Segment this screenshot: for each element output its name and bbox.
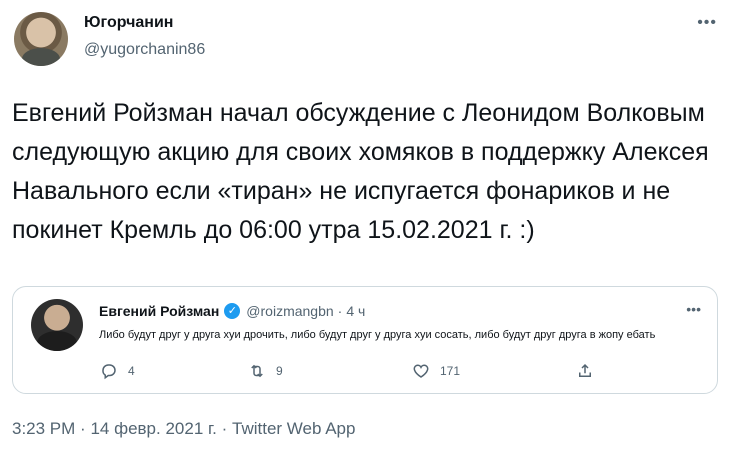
avatar-jacket [37, 331, 77, 351]
quoted-tweet-header: Евгений Ройзман ✓ @roizmangbn · 4 ч [99, 303, 365, 319]
reply-action[interactable]: 4 [100, 362, 135, 380]
heart-icon [412, 362, 430, 380]
more-icon[interactable]: ••• [697, 14, 717, 32]
author-handle[interactable]: @yugorchanin86 [84, 41, 205, 59]
tweet-time[interactable]: 3:23 PM [12, 419, 75, 438]
like-count: 171 [440, 364, 461, 378]
retweet-count: 9 [276, 364, 283, 378]
tweet-text: Евгений Ройзман начал обсуждение с Леони… [12, 99, 716, 244]
share-icon [576, 362, 594, 380]
quoted-author-name[interactable]: Евгений Ройзман [99, 303, 219, 319]
like-action[interactable]: 171 [412, 362, 460, 380]
reply-icon [100, 362, 118, 380]
share-action[interactable] [576, 362, 604, 380]
meta-separator: · [80, 419, 86, 438]
tweet-date[interactable]: 14 февр. 2021 г. [90, 419, 216, 438]
reply-count: 4 [128, 364, 135, 378]
verified-icon: ✓ [224, 303, 241, 319]
avatar-shirt [22, 48, 60, 66]
tweet: Югорчанин @yugorchanin86 ••• Евгений Рой… [0, 0, 733, 458]
quoted-author-handle[interactable]: @roizmangbn [246, 303, 333, 319]
author-avatar[interactable] [14, 12, 68, 66]
meta-separator: · [221, 419, 228, 438]
quoted-author-avatar[interactable] [31, 299, 83, 351]
retweet-icon [248, 362, 266, 380]
tweet-meta: 3:23 PM · 14 февр. 2021 г. · Twitter Web… [12, 419, 355, 439]
quoted-tweet-time[interactable]: 4 ч [346, 303, 365, 319]
quoted-tweet-text: Либо будут друг у друга хуи дрочить, либ… [99, 329, 656, 341]
retweet-action[interactable]: 9 [248, 362, 283, 380]
quoted-more-icon[interactable]: ••• [686, 301, 701, 317]
tweet-source[interactable]: Twitter Web App [232, 419, 355, 438]
author-name[interactable]: Югорчанин [84, 14, 173, 32]
header-separator: · [337, 303, 343, 319]
